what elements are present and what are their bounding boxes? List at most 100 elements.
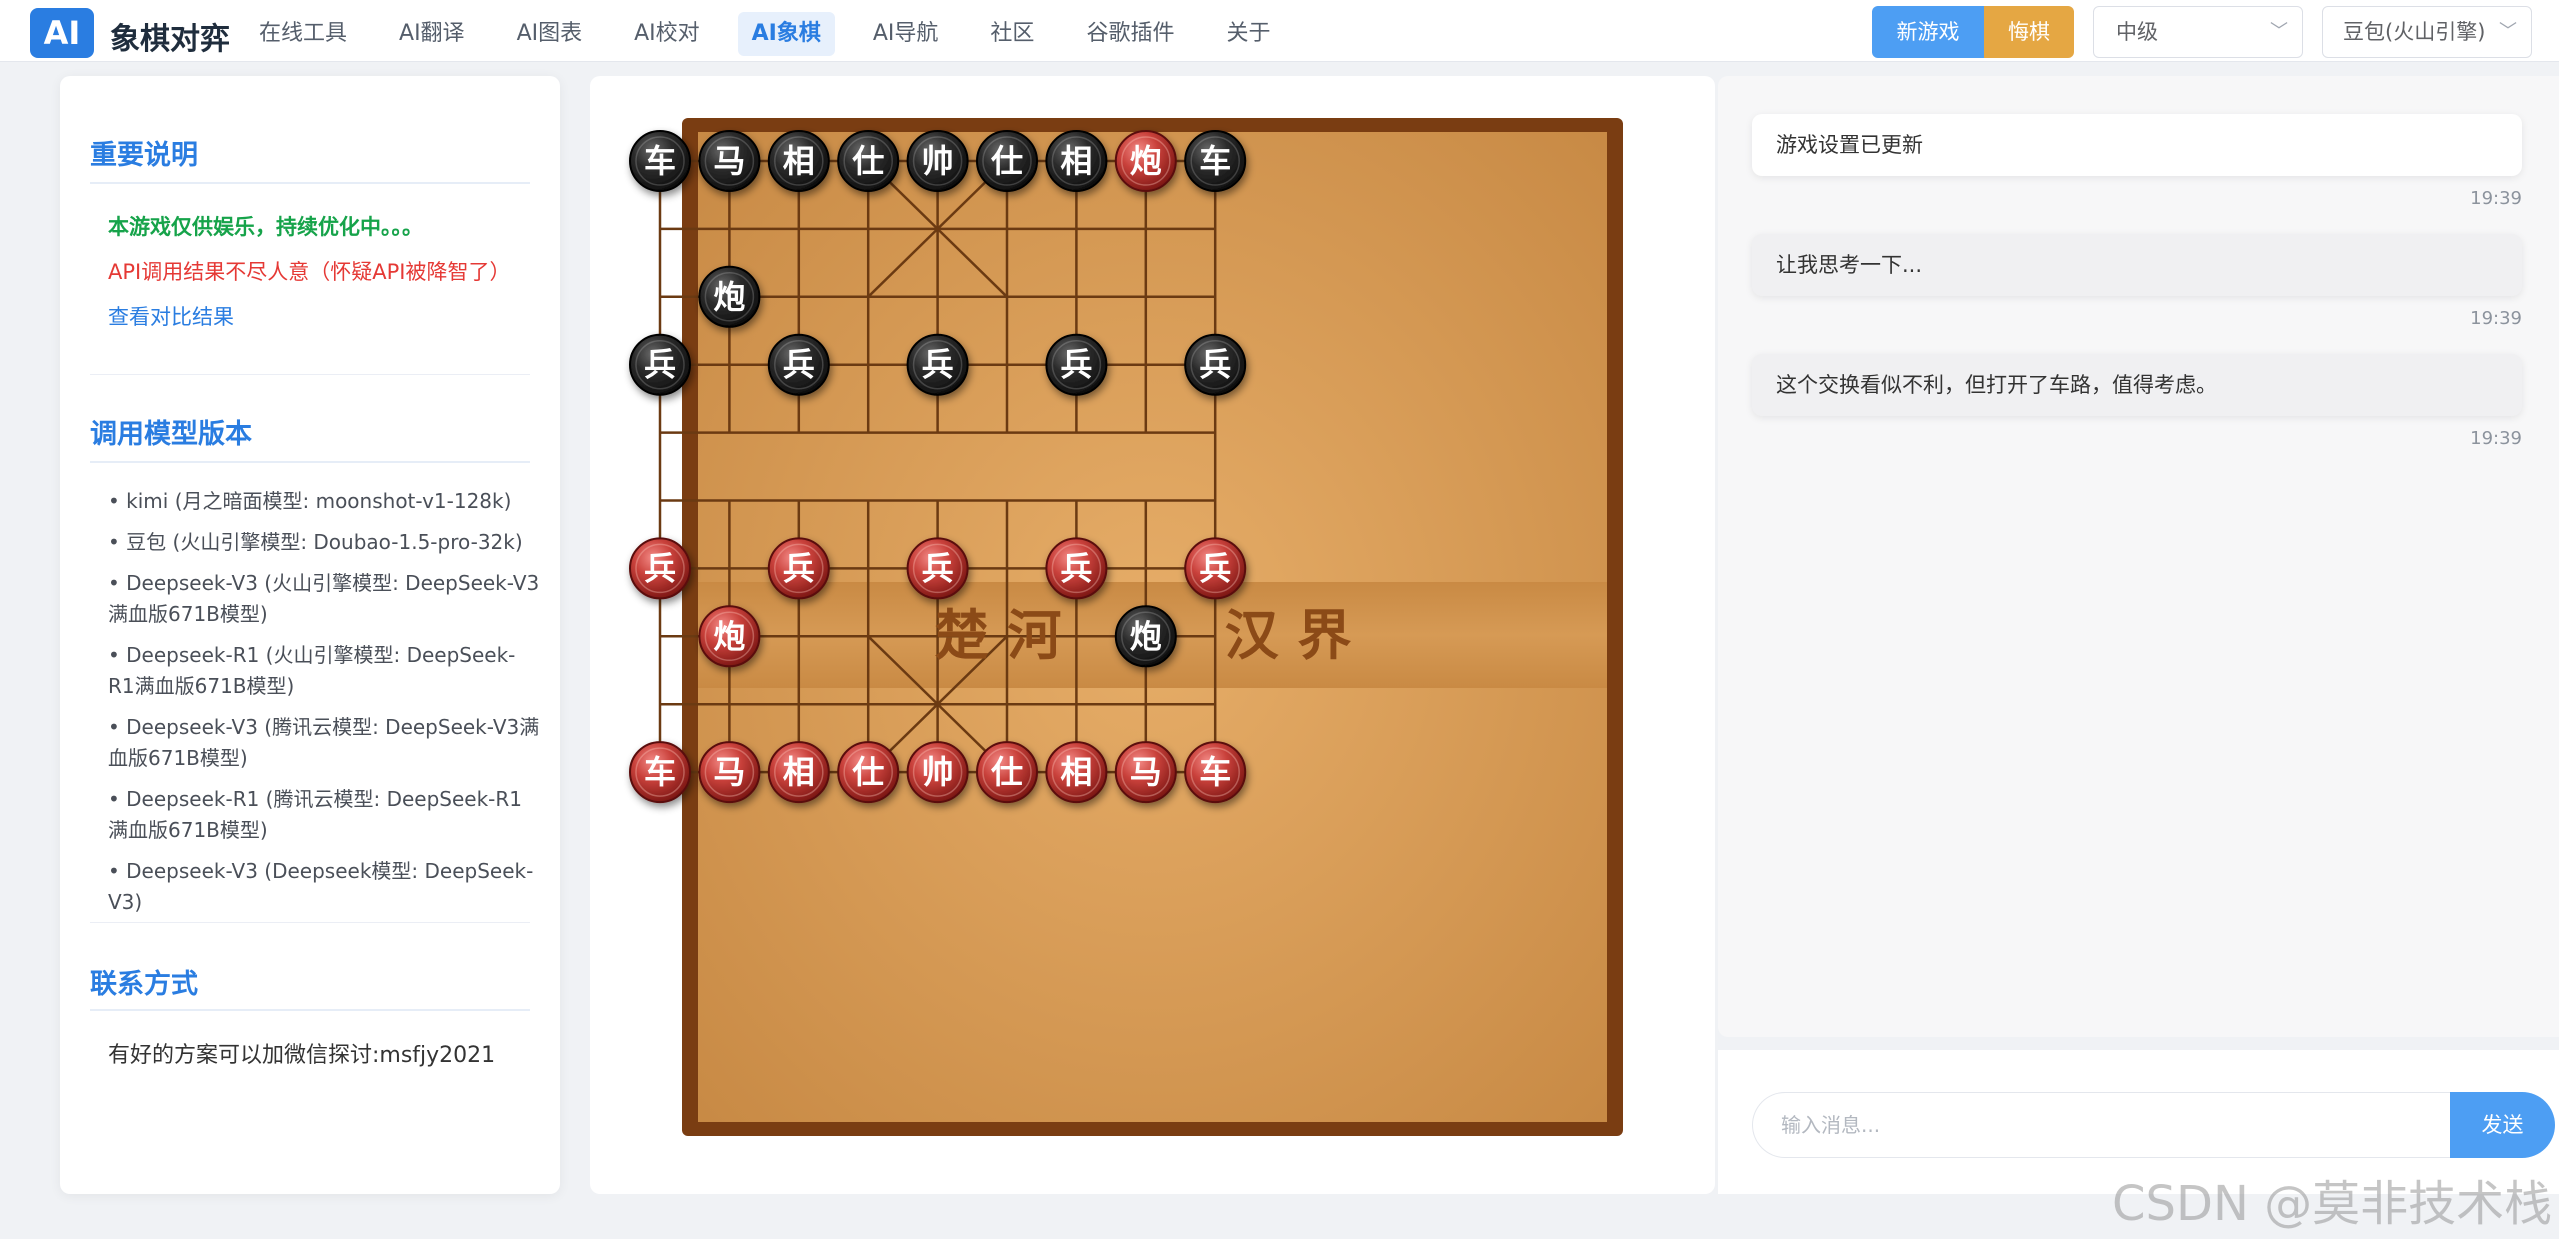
piece-label: 仕 xyxy=(852,142,884,180)
piece-label: 兵 xyxy=(644,549,676,587)
watermark: CSDN @莫非技术栈 xyxy=(2112,1176,2553,1232)
piece-label: 马 xyxy=(713,142,745,180)
black-soldier-piece[interactable]: 兵 xyxy=(629,333,691,396)
piece-label: 帅 xyxy=(922,142,954,180)
model-list: • kimi (月之暗面模型: moonshot-v1-128k) • 豆包 (… xyxy=(108,486,540,928)
contact-title: 联系方式 xyxy=(90,969,198,1000)
black-soldier-piece[interactable]: 兵 xyxy=(1184,333,1247,396)
red-soldier-piece[interactable]: 兵 xyxy=(767,537,830,600)
chevron-down-icon: ﹀ xyxy=(2499,21,2517,42)
model-value: 豆包(火山引擎) xyxy=(2343,20,2486,44)
black-advisor-piece[interactable]: 仕 xyxy=(976,130,1038,192)
chess-board[interactable]: 楚 河 汉 界 车马相仕帅仕相炮车炮兵兵兵兵兵兵兵兵兵兵炮 炮车马相仕帅仕相马车 xyxy=(590,76,1715,1194)
piece-label: 炮 xyxy=(713,617,745,655)
piece-label: 仕 xyxy=(852,753,884,791)
chevron-down-icon: ﹀ xyxy=(2270,21,2288,42)
piece-label: 仕 xyxy=(991,753,1023,791)
message-time: 19:39 xyxy=(2470,308,2522,329)
piece-label: 帅 xyxy=(922,753,954,791)
message-time: 19:39 xyxy=(2470,188,2522,209)
undo-button[interactable]: 悔棋 xyxy=(1984,6,2074,58)
notice-api-warning: API调用结果不尽人意（怀疑API被降智了） xyxy=(108,260,511,284)
red-elephant-piece[interactable]: 相 xyxy=(767,741,830,804)
black-soldier-piece[interactable]: 兵 xyxy=(767,333,830,396)
red-soldier-piece[interactable]: 兵 xyxy=(629,537,691,600)
black-cannon-piece[interactable]: 炮 xyxy=(1114,605,1177,668)
model-item: • Deepseek-R1 (腾讯云模型: DeepSeek-R1满血版671B… xyxy=(108,787,522,842)
model-item: • Deepseek-V3 (Deepseek模型: DeepSeek-V3) xyxy=(108,859,534,914)
chat-message: 游戏设置已更新 xyxy=(1752,114,2522,176)
nav-item-community[interactable]: 社区 xyxy=(976,12,1048,56)
river-label-han-jie: 汉 界 xyxy=(1225,603,1352,667)
black-cannon-piece[interactable]: 炮 xyxy=(698,265,761,328)
piece-label: 炮 xyxy=(1130,617,1162,655)
notice-entertainment: 本游戏仅供娱乐，持续优化中。。。 xyxy=(108,215,423,239)
red-elephant-piece[interactable]: 相 xyxy=(1045,741,1108,804)
new-game-button[interactable]: 新游戏 xyxy=(1872,6,1984,58)
piece-label: 兵 xyxy=(783,549,815,587)
black-elephant-piece[interactable]: 相 xyxy=(767,130,830,192)
red-advisor-piece[interactable]: 仕 xyxy=(837,741,900,804)
red-soldier-piece[interactable]: 兵 xyxy=(1184,537,1247,600)
section-underline xyxy=(90,182,530,184)
nav-item-about[interactable]: 关于 xyxy=(1212,12,1284,56)
piece-label: 车 xyxy=(644,142,676,180)
black-chariot-piece[interactable]: 车 xyxy=(1184,130,1247,192)
model-item: • Deepseek-V3 (火山引擎模型: DeepSeek-V3满血版671… xyxy=(108,571,540,626)
top-header: AI 象棋对弈 在线工具 AI翻译 AI图表 AI校对 AI象棋 AI导航 社区… xyxy=(0,0,2559,62)
black-elephant-piece[interactable]: 相 xyxy=(1045,130,1108,192)
nav-item-ai-navigation[interactable]: AI导航 xyxy=(859,12,953,56)
notice-title: 重要说明 xyxy=(90,140,198,171)
red-chariot-piece[interactable]: 车 xyxy=(629,741,691,804)
info-panel: 重要说明 本游戏仅供娱乐，持续优化中。。。 API调用结果不尽人意（怀疑API被… xyxy=(60,76,560,1194)
compare-results-link[interactable]: 查看对比结果 xyxy=(108,301,234,331)
black-soldier-piece[interactable]: 兵 xyxy=(1045,333,1108,396)
nav-item-online-tools[interactable]: 在线工具 xyxy=(245,12,361,56)
difficulty-select[interactable]: 中级 ﹀ xyxy=(2093,6,2303,58)
black-advisor-piece[interactable]: 仕 xyxy=(837,130,900,192)
section-divider xyxy=(90,922,530,923)
red-cannon-piece[interactable]: 炮 xyxy=(1114,130,1177,192)
nav-item-ai-proofread[interactable]: AI校对 xyxy=(620,12,714,56)
black-soldier-piece[interactable]: 兵 xyxy=(906,333,969,396)
red-horse-piece[interactable]: 马 xyxy=(1114,741,1177,804)
model-item: • Deepseek-V3 (腾讯云模型: DeepSeek-V3满血版671B… xyxy=(108,715,540,770)
piece-label: 马 xyxy=(1130,753,1162,791)
piece-label: 马 xyxy=(713,753,745,791)
piece-label: 相 xyxy=(783,142,815,180)
piece-label: 兵 xyxy=(644,346,676,384)
red-cannon-piece[interactable]: 炮 xyxy=(698,605,761,668)
red-general-piece[interactable]: 帅 xyxy=(906,741,969,804)
piece-label: 兵 xyxy=(1060,549,1092,587)
black-general-piece[interactable]: 帅 xyxy=(906,130,969,192)
main-nav: 在线工具 AI翻译 AI图表 AI校对 AI象棋 AI导航 社区 谷歌插件 关于 xyxy=(245,12,1308,56)
black-horse-piece[interactable]: 马 xyxy=(698,130,761,192)
section-divider xyxy=(90,374,530,375)
red-horse-piece[interactable]: 马 xyxy=(698,741,761,804)
board-panel: 楚 河 汉 界 车马相仕帅仕相炮车炮兵兵兵兵兵兵兵兵兵兵炮炮车马相仕帅仕相马车 xyxy=(590,76,1715,1194)
red-chariot-piece[interactable]: 车 xyxy=(1184,741,1247,804)
chat-input[interactable] xyxy=(1752,1092,2468,1158)
piece-label: 兵 xyxy=(783,346,815,384)
nav-item-ai-translate[interactable]: AI翻译 xyxy=(385,12,479,56)
logo[interactable]: AI xyxy=(30,8,94,58)
nav-item-ai-chess[interactable]: AI象棋 xyxy=(737,12,835,56)
section-underline xyxy=(90,1009,530,1011)
nav-item-ai-chart[interactable]: AI图表 xyxy=(503,12,597,56)
piece-label: 车 xyxy=(644,753,676,791)
piece-label: 车 xyxy=(1199,753,1231,791)
piece-label: 相 xyxy=(1060,753,1092,791)
red-soldier-piece[interactable]: 兵 xyxy=(1045,537,1108,600)
model-item: • Deepseek-R1 (火山引擎模型: DeepSeek-R1满血版671… xyxy=(108,643,516,698)
red-soldier-piece[interactable]: 兵 xyxy=(906,537,969,600)
chat-message: 这个交换看似不利，但打开了车路，值得考虑。 xyxy=(1752,354,2522,416)
black-chariot-piece[interactable]: 车 xyxy=(629,130,691,192)
model-item: • kimi (月之暗面模型: moonshot-v1-128k) xyxy=(108,489,512,513)
nav-item-chrome-plugin[interactable]: 谷歌插件 xyxy=(1072,12,1188,56)
piece-label: 炮 xyxy=(713,278,745,316)
send-button[interactable]: 发送 xyxy=(2450,1092,2555,1158)
red-advisor-piece[interactable]: 仕 xyxy=(976,741,1038,804)
difficulty-value: 中级 xyxy=(2116,20,2158,44)
piece-label: 相 xyxy=(1060,142,1092,180)
model-select[interactable]: 豆包(火山引擎) ﹀ xyxy=(2322,6,2532,58)
